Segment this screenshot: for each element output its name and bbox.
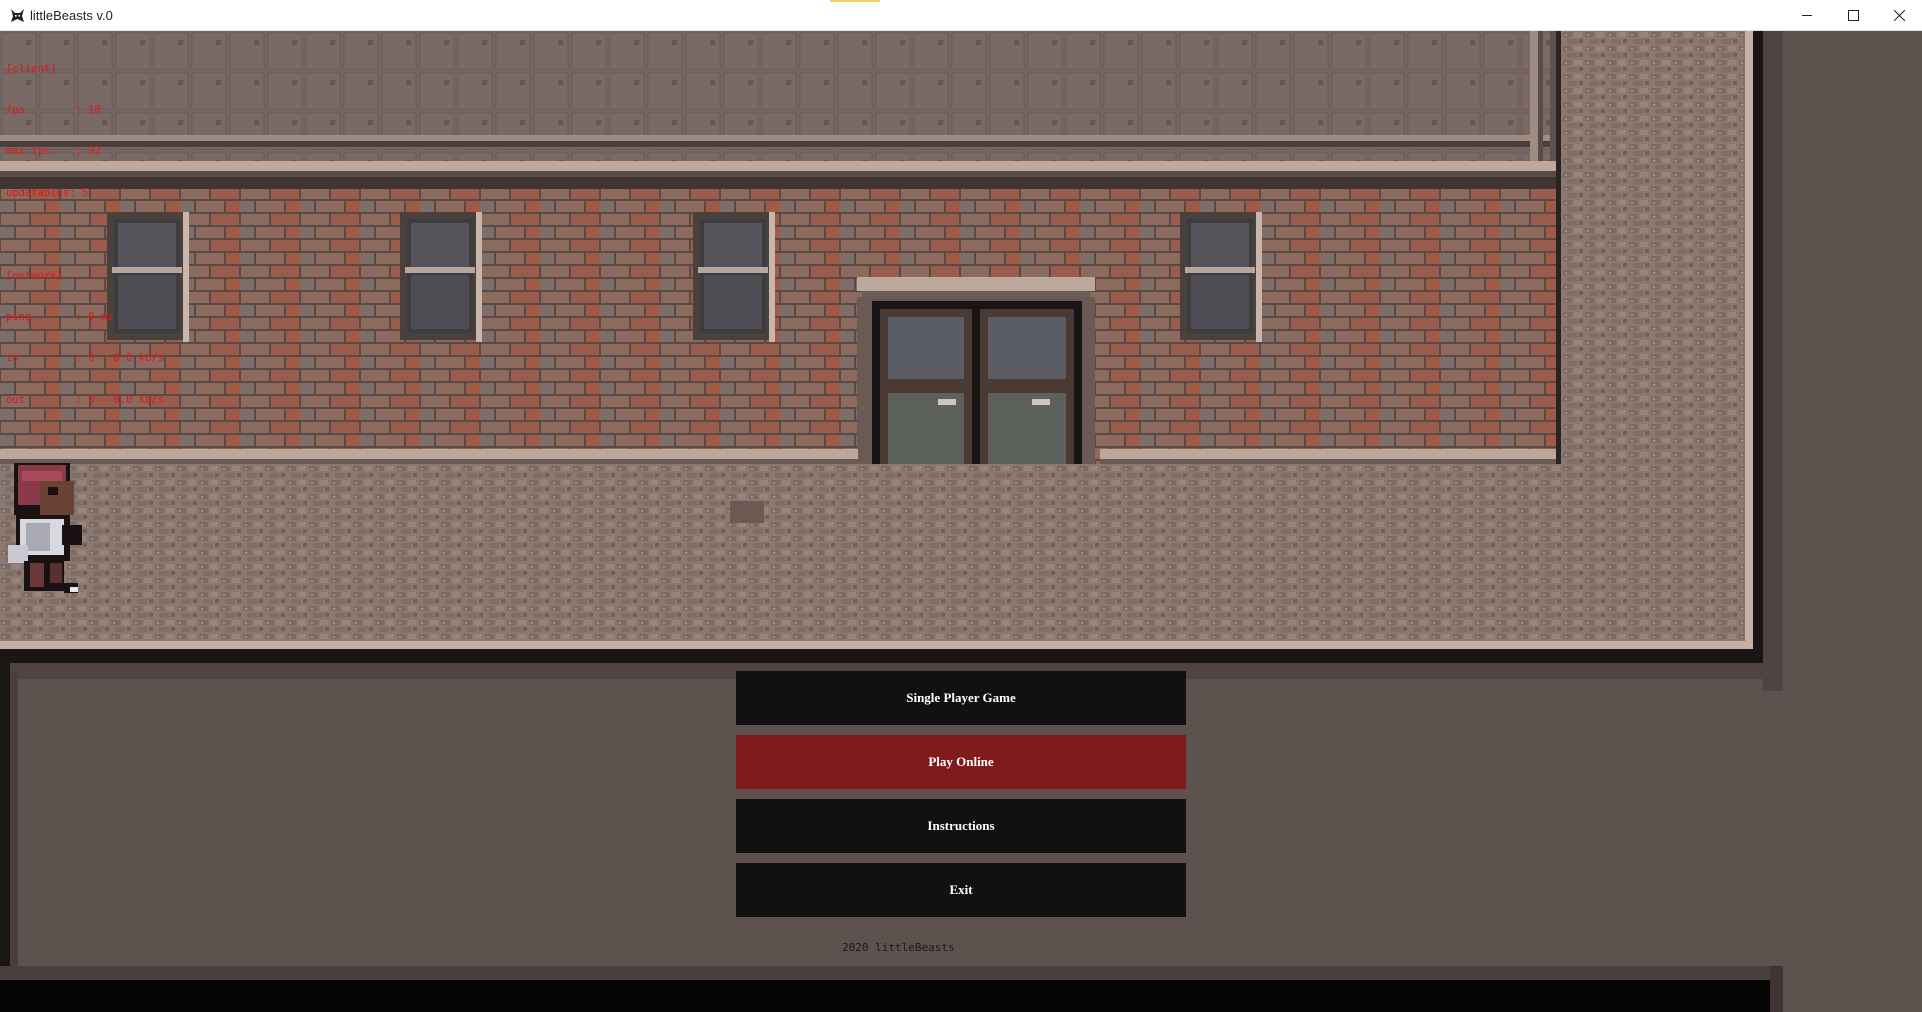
play-online-button[interactable]: Play Online	[736, 735, 1186, 789]
window-titlebar[interactable]: littleBeasts v.0	[0, 0, 1922, 31]
debug-line: fps : 10	[6, 103, 101, 116]
player-character	[8, 463, 82, 593]
titlebar-accent	[830, 0, 880, 2]
debug-line	[6, 228, 164, 242]
debug-line: in : 0 - 0.0 kb/s	[6, 352, 165, 365]
exit-button[interactable]: Exit	[736, 863, 1186, 917]
copyright-text: 2020 littleBeasts	[842, 941, 955, 954]
instructions-button[interactable]: Instructions	[736, 799, 1186, 853]
game-viewport[interactable]: [client] fps : 10 max fps : 92 updatable…	[0, 31, 1922, 1012]
debug-line: [network]	[6, 269, 63, 282]
minimize-icon	[1801, 14, 1812, 16]
minimize-button[interactable]	[1784, 0, 1830, 30]
window-title: littleBeasts v.0	[30, 8, 113, 23]
beast-app-icon	[11, 9, 24, 22]
debug-line: [client]	[6, 62, 57, 75]
main-menu: Single Player Game Play Online Instructi…	[736, 671, 1186, 927]
debug-line: ping : 0 ms	[6, 310, 114, 323]
close-icon	[1893, 9, 1905, 21]
debug-overlay: [client] fps : 10 max fps : 92 updatable…	[6, 35, 164, 435]
single-player-button[interactable]: Single Player Game	[736, 671, 1186, 725]
maximize-button[interactable]	[1830, 0, 1876, 30]
debug-line: max fps : 92	[6, 145, 101, 158]
close-button[interactable]	[1876, 0, 1922, 30]
debug-line: out : 0 - 0.0 kb/s	[6, 393, 165, 406]
debug-line: updatables: 5	[6, 186, 89, 199]
maximize-icon	[1847, 9, 1859, 21]
